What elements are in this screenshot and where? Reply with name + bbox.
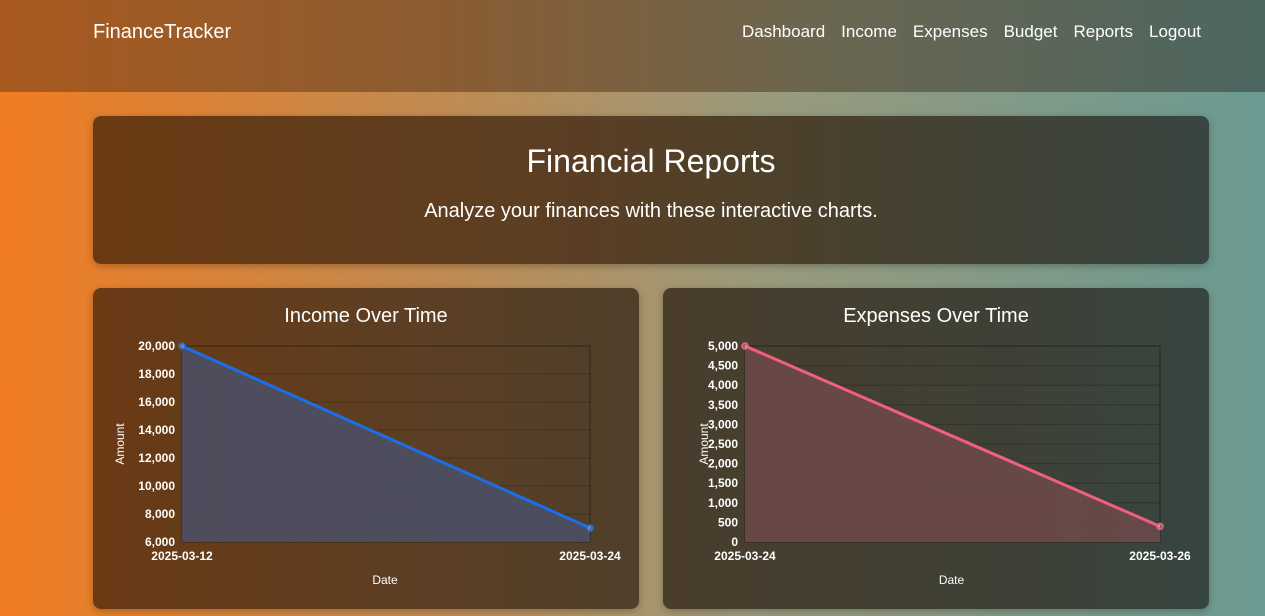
y-tick-label: 16,000 [138, 395, 175, 409]
data-point [741, 342, 749, 350]
y-axis-title: Amount [697, 423, 711, 465]
x-tick-label: 2025-03-12 [151, 549, 213, 563]
y-tick-label: 500 [718, 515, 738, 529]
navbar: FinanceTracker Dashboard Income Expenses… [0, 0, 1265, 92]
y-tick-label: 6,000 [145, 535, 175, 549]
expenses-chart-card: Expenses Over Time 5,000 4,500 4,000 3,500 3… [663, 288, 1209, 609]
income-chart-card: Income Over Time 20,000 18,000 16,000 14,00… [93, 288, 639, 609]
y-axis-title: Amount [113, 423, 127, 465]
y-tick-label: 12,000 [138, 451, 175, 465]
y-tick-label: 10,000 [138, 479, 175, 493]
x-axis-title: Date [939, 573, 965, 587]
nav-link-budget[interactable]: Budget [1004, 22, 1058, 42]
y-tick-label: 3,500 [708, 398, 738, 412]
brand-logo[interactable]: FinanceTracker [93, 21, 231, 44]
x-tick-label: 2025-03-26 [1129, 549, 1191, 563]
nav-links: Dashboard Income Expenses Budget Reports… [742, 22, 1201, 42]
page-subtitle: Analyze your finances with these interac… [424, 200, 878, 222]
page-title: Financial Reports [526, 143, 776, 179]
y-tick-label: 2,000 [708, 457, 738, 471]
y-tick-label: 5,000 [708, 339, 738, 353]
y-tick-label: 4,500 [708, 359, 738, 373]
y-tick-label: 0 [731, 535, 738, 549]
y-tick-label: 3,000 [708, 417, 738, 431]
y-tick-label: 4,000 [708, 378, 738, 392]
reports-header-card: Financial Reports Analyze your finances … [93, 116, 1209, 264]
x-tick-label: 2025-03-24 [559, 549, 621, 563]
y-tick-label: 18,000 [138, 367, 175, 381]
income-chart[interactable]: 20,000 18,000 16,000 14,000 12,000 10,000 8,00… [93, 288, 639, 609]
expenses-chart[interactable]: 5,000 4,500 4,000 3,500 3,000 2,500 2,000 1,500… [663, 288, 1209, 609]
data-point [586, 524, 594, 532]
nav-link-reports[interactable]: Reports [1073, 22, 1133, 42]
x-axis-title: Date [372, 573, 398, 587]
nav-link-income[interactable]: Income [841, 22, 897, 42]
y-tick-label: 8,000 [145, 507, 175, 521]
y-tick-label: 1,500 [708, 476, 738, 490]
area-fill [182, 346, 590, 542]
nav-link-expenses[interactable]: Expenses [913, 22, 988, 42]
y-tick-label: 1,000 [708, 496, 738, 510]
y-tick-label: 14,000 [138, 423, 175, 437]
x-tick-label: 2025-03-24 [714, 549, 776, 563]
nav-link-logout[interactable]: Logout [1149, 22, 1201, 42]
data-point [1156, 522, 1164, 531]
data-point [178, 342, 186, 350]
y-tick-label: 2,500 [708, 437, 738, 451]
nav-link-dashboard[interactable]: Dashboard [742, 22, 825, 42]
y-tick-label: 20,000 [138, 339, 175, 353]
